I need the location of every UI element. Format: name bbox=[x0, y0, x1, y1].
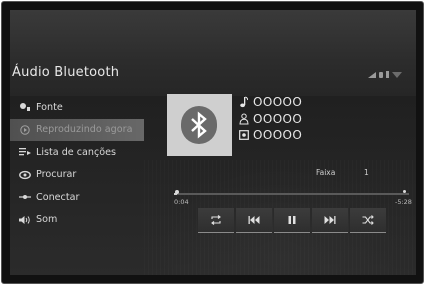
menu-item-reproduzindo-agora[interactable]: Reproduzindo agora bbox=[10, 118, 144, 141]
menu-item-procurar[interactable]: Procurar bbox=[10, 164, 144, 187]
status-bar bbox=[368, 71, 402, 78]
battery-icon bbox=[379, 72, 383, 78]
repeat-button[interactable] bbox=[198, 208, 234, 233]
progress-bar[interactable] bbox=[174, 193, 409, 195]
progress-end-marker bbox=[403, 190, 406, 193]
elapsed-time: 0:04 bbox=[174, 198, 189, 206]
album-art bbox=[167, 94, 232, 156]
page-title: Áudio Bluetooth bbox=[12, 65, 120, 80]
shuffle-button[interactable] bbox=[350, 208, 386, 233]
artist-icon bbox=[237, 113, 250, 125]
repeat-icon bbox=[211, 215, 221, 225]
bluetooth-status-icon bbox=[386, 71, 389, 78]
remaining-time: -5:28 bbox=[395, 198, 412, 206]
track-number: 1 bbox=[364, 168, 369, 177]
song-list-icon bbox=[18, 147, 32, 157]
next-icon bbox=[324, 216, 336, 224]
shuffle-icon bbox=[362, 215, 374, 225]
track-info: OOOOO OOOOO OOOOO bbox=[237, 94, 302, 144]
menu-item-label: Fonte bbox=[36, 101, 63, 113]
next-button[interactable] bbox=[312, 208, 348, 233]
header: Áudio Bluetooth bbox=[10, 10, 416, 96]
track-label: Faixa bbox=[316, 168, 336, 177]
menu-item-lista-de-cancoes[interactable]: Lista de canções bbox=[10, 141, 144, 164]
track-artist-row: OOOOO bbox=[237, 111, 302, 128]
bluetooth-icon bbox=[181, 106, 217, 144]
screen: Áudio Bluetooth Fonte Reproduzindo agora bbox=[10, 10, 416, 275]
menu-item-fonte[interactable]: Fonte bbox=[10, 96, 144, 119]
track-album: OOOOO bbox=[253, 128, 303, 143]
menu-item-label: Reproduzindo agora bbox=[36, 124, 133, 136]
track-artist: OOOOO bbox=[253, 111, 303, 126]
music-note-icon bbox=[237, 96, 250, 108]
now-playing-icon bbox=[18, 125, 32, 135]
display-frame: Áudio Bluetooth Fonte Reproduzindo agora bbox=[1, 1, 424, 284]
source-icon bbox=[18, 102, 32, 112]
playback-controls bbox=[198, 208, 386, 233]
side-menu: Fonte Reproduzindo agora Lista de cançõe… bbox=[10, 96, 144, 231]
wifi-icon bbox=[392, 72, 402, 78]
sound-icon bbox=[18, 215, 32, 225]
menu-item-label: Procurar bbox=[36, 169, 77, 181]
menu-item-label: Lista de canções bbox=[36, 146, 117, 158]
menu-item-label: Som bbox=[36, 214, 58, 226]
pause-button[interactable] bbox=[274, 208, 310, 233]
browse-icon bbox=[18, 170, 32, 180]
previous-icon bbox=[248, 216, 260, 224]
pause-icon bbox=[288, 216, 296, 224]
previous-button[interactable] bbox=[236, 208, 272, 233]
track-title: OOOOO bbox=[253, 95, 303, 110]
connect-icon bbox=[18, 192, 32, 202]
progress-handle[interactable] bbox=[175, 190, 179, 194]
track-album-row: OOOOO bbox=[237, 127, 302, 144]
menu-item-som[interactable]: Som bbox=[10, 209, 144, 232]
track-title-row: OOOOO bbox=[237, 94, 302, 111]
signal-icon bbox=[368, 72, 376, 78]
album-icon bbox=[237, 129, 250, 141]
menu-item-label: Conectar bbox=[36, 191, 80, 203]
menu-item-conectar[interactable]: Conectar bbox=[10, 186, 144, 209]
